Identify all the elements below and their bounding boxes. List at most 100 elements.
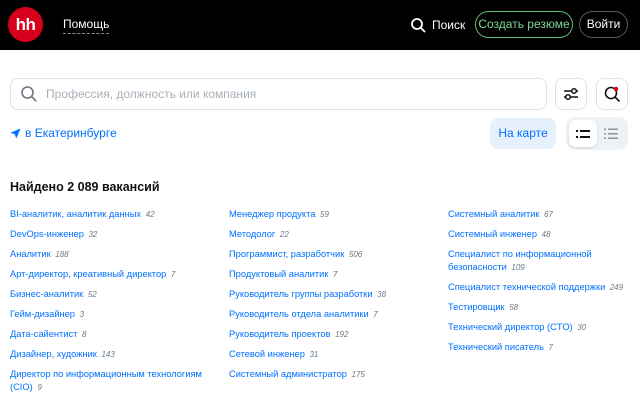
profession-link[interactable]: Бизнес-аналитик 52	[10, 288, 215, 301]
help-link[interactable]: Помощь	[63, 16, 110, 34]
login-button[interactable]: Войти	[579, 11, 628, 38]
vacancy-count: 31	[309, 350, 319, 359]
profession-name: Технический писатель	[448, 342, 544, 352]
vacancy-count: 109	[511, 263, 525, 272]
location-arrow-icon	[10, 127, 21, 139]
profession-name: Арт-директор, креативный директор	[10, 269, 167, 279]
profession-column: Менеджер продукта 59 Методолог 22 Программ…	[229, 208, 434, 388]
profession-link[interactable]: Дизайнер, художник 143	[10, 348, 215, 361]
vacancy-count: 8	[81, 330, 87, 339]
search-input[interactable]	[46, 87, 526, 101]
profession-name: Специалист технической поддержки	[448, 282, 606, 292]
header-search-button[interactable]: Поиск	[410, 13, 465, 37]
profession-link[interactable]: Технический писатель 7	[448, 341, 633, 354]
profession-link[interactable]: Директор по информационным технологиям (…	[10, 368, 215, 394]
profession-name: Аналитик	[10, 249, 51, 259]
profession-name: Методолог	[229, 229, 276, 239]
profession-link[interactable]: Руководитель отдела аналитики 7	[229, 308, 434, 321]
vacancy-count: 175	[351, 370, 365, 379]
vacancy-count: 3	[79, 310, 85, 319]
saved-search-button[interactable]	[596, 78, 628, 110]
vacancy-search-field[interactable]	[10, 78, 547, 110]
profession-name: Дизайнер, художник	[10, 349, 97, 359]
vacancy-count: 249	[609, 283, 624, 292]
profession-link[interactable]: Системный администратор 175	[229, 368, 434, 381]
vacancy-count: 7	[548, 343, 553, 352]
profession-link[interactable]: Руководитель группы разработки 38	[229, 288, 434, 301]
profession-link[interactable]: DevOps-инженер 32	[10, 228, 215, 241]
search-icon	[411, 18, 426, 33]
profession-link[interactable]: Технический директор (CTO) 30	[448, 321, 633, 334]
filters-button[interactable]	[555, 78, 587, 110]
profession-name: Руководитель группы разработки	[229, 289, 373, 299]
vacancy-count: 143	[101, 350, 115, 359]
search-icon	[21, 86, 37, 102]
profession-link[interactable]: Специалист по информационной безопасност…	[448, 248, 633, 274]
profession-name: Продуктовый аналитик	[229, 269, 329, 279]
profession-link[interactable]: Продуктовый аналитик 7	[229, 268, 434, 281]
vacancy-count: 7	[373, 310, 378, 319]
view-mode-toggle	[566, 117, 628, 150]
profession-link[interactable]: Системный аналитик 67	[448, 208, 633, 221]
filters-icon	[564, 87, 578, 101]
profession-name: Тестировщик	[448, 302, 505, 312]
create-resume-button[interactable]: Создать резюме	[475, 11, 573, 38]
profession-name: Системный инженер	[448, 229, 538, 239]
profession-name: Руководитель отдела аналитики	[229, 309, 369, 319]
profession-name: Технический директор (CTO)	[448, 322, 573, 332]
profession-name: Менеджер продукта	[229, 209, 316, 219]
profession-link[interactable]: BI-аналитик, аналитик данных 42	[10, 208, 215, 221]
vacancy-count: 38	[377, 290, 387, 299]
list-view-icon	[576, 129, 590, 138]
profession-link[interactable]: Сетевой инженер 31	[229, 348, 434, 361]
compact-list-view-option[interactable]	[597, 120, 625, 147]
profession-link[interactable]: Менеджер продукта 59	[229, 208, 434, 221]
profession-name: Бизнес-аналитик	[10, 289, 84, 299]
vacancy-count: 7	[333, 270, 338, 279]
profession-link[interactable]: Арт-директор, креативный директор 7	[10, 268, 215, 281]
header-search-label: Поиск	[432, 18, 466, 32]
profession-link[interactable]: Аналитик 188	[10, 248, 215, 261]
vacancy-count: 188	[55, 250, 69, 259]
profession-name: Гейм-дизайнер	[10, 309, 75, 319]
profession-name: Руководитель проектов	[229, 329, 331, 339]
profession-column: Системный аналитик 67 Системный инженер 4…	[448, 208, 633, 361]
vacancy-count: 22	[279, 230, 289, 239]
profession-name: Программист, разработчик	[229, 249, 345, 259]
top-navigation-bar: hh Помощь Поиск Создать резюме Войти	[0, 0, 640, 50]
vacancy-count: 67	[544, 210, 553, 219]
profession-name: Сетевой инженер	[229, 349, 305, 359]
profession-name: Системный аналитик	[448, 209, 540, 219]
profession-link[interactable]: Дата-сайентист 8	[10, 328, 215, 341]
compact-list-view-icon	[604, 128, 618, 139]
profession-link[interactable]: Системный инженер 48	[448, 228, 633, 241]
map-button[interactable]: На карте	[490, 118, 556, 149]
location-link[interactable]: в Екатеринбурге	[10, 126, 117, 140]
profession-name: DevOps-инженер	[10, 229, 84, 239]
profession-link[interactable]: Специалист технической поддержки 249	[448, 281, 633, 294]
profession-name: Системный администратор	[229, 369, 347, 379]
hh-logo[interactable]: hh	[8, 7, 43, 42]
vacancy-count: 58	[509, 303, 519, 312]
profession-link[interactable]: Программист, разработчик 506	[229, 248, 434, 261]
profession-link[interactable]: Тестировщик 58	[448, 301, 633, 314]
profession-column: BI-аналитик, аналитик данных 42 DevOps-ин…	[10, 208, 215, 401]
saved-search-icon	[604, 86, 620, 102]
location-label: в Екатеринбурге	[25, 126, 117, 140]
profession-name: Дата-сайентист	[10, 329, 78, 339]
vacancy-count: 7	[170, 270, 176, 279]
vacancy-count: 506	[348, 250, 363, 259]
profession-name: BI-аналитик, аналитик данных	[10, 209, 142, 219]
profession-link[interactable]: Гейм-дизайнер 3	[10, 308, 215, 321]
vacancy-count: 48	[541, 230, 551, 239]
profession-link[interactable]: Руководитель проектов 192	[229, 328, 434, 341]
vacancy-count: 32	[88, 230, 98, 239]
list-view-option[interactable]	[569, 120, 597, 147]
vacancy-count: 52	[87, 290, 97, 299]
vacancy-count: 192	[335, 330, 349, 339]
profession-link[interactable]: Методолог 22	[229, 228, 434, 241]
found-vacancies-title: Найдено 2 089 вакансий	[10, 180, 160, 194]
vacancy-count: 59	[320, 210, 329, 219]
vacancy-count: 9	[37, 383, 42, 392]
vacancy-count: 42	[145, 210, 155, 219]
